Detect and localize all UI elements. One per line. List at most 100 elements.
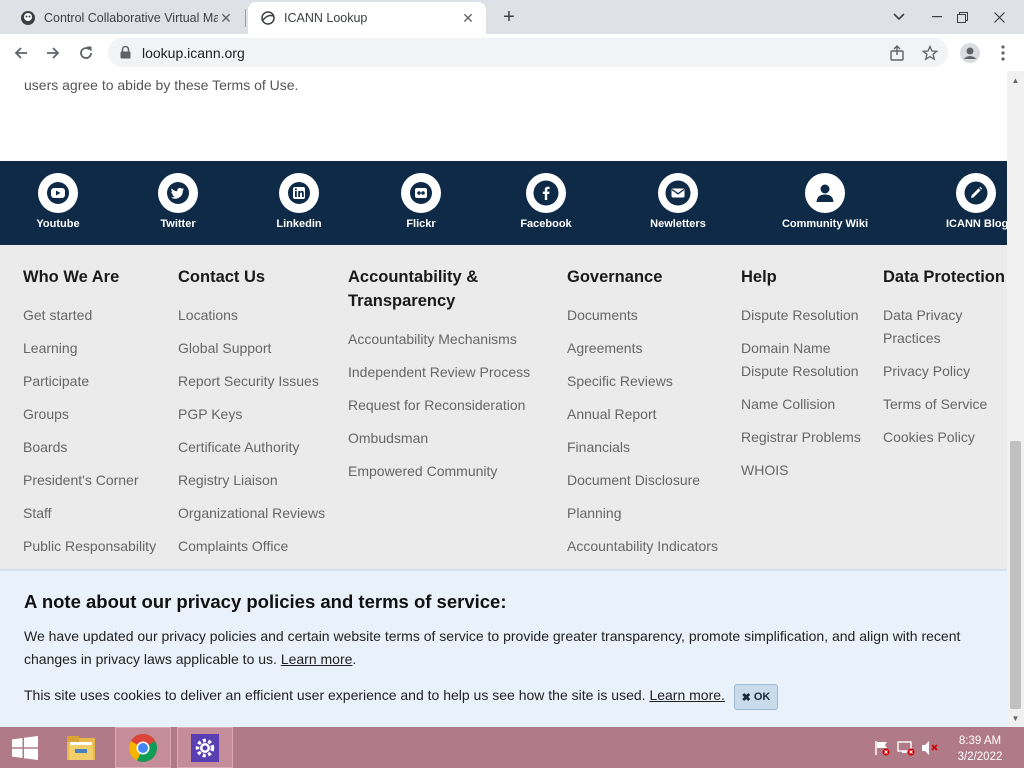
close-tab-icon[interactable]: ✕ xyxy=(218,10,234,26)
social-twitter-link[interactable]: Twitter xyxy=(148,173,208,230)
icann-globe-icon xyxy=(260,10,276,26)
footer-link[interactable]: President's Corner xyxy=(23,469,156,492)
close-tab-icon[interactable]: ✕ xyxy=(460,10,476,26)
scroll-up-arrow-icon[interactable]: ▲ xyxy=(1007,73,1024,87)
puzzle-mask-icon xyxy=(20,10,36,26)
chrome-taskbar-button[interactable] xyxy=(115,727,171,768)
cookie-learn-more-link[interactable]: Learn more. xyxy=(649,687,724,703)
learn-more-link[interactable]: Learn more xyxy=(281,651,353,667)
social-flickr-link[interactable]: Flickr xyxy=(391,173,451,230)
new-tab-button[interactable]: + xyxy=(498,6,520,28)
footer-link[interactable]: Get started xyxy=(23,304,156,327)
bookmark-star-icon[interactable] xyxy=(917,40,943,66)
tab-icann-lookup[interactable]: ICANN Lookup ✕ xyxy=(248,2,486,34)
footer-link[interactable]: Certificate Authority xyxy=(178,436,325,459)
footer-link[interactable]: Privacy Policy xyxy=(883,360,987,383)
reload-button[interactable] xyxy=(73,40,99,66)
footer-link[interactable]: Practices xyxy=(883,327,987,350)
footer-link[interactable]: Learning xyxy=(23,337,156,360)
social-label: Flickr xyxy=(406,218,436,230)
start-button[interactable] xyxy=(0,727,50,768)
social-community-wiki-link[interactable]: Community Wiki xyxy=(780,173,870,230)
footer-link[interactable]: Cookies Policy xyxy=(883,426,987,449)
browser-menu-icon[interactable] xyxy=(990,40,1016,66)
facebook-icon xyxy=(526,173,566,213)
footer-link[interactable]: Data Privacy xyxy=(883,304,987,327)
tab-search-chevron-icon[interactable] xyxy=(882,0,916,34)
url-text[interactable]: lookup.icann.org xyxy=(142,45,245,61)
footer-link[interactable]: Name Collision xyxy=(741,393,861,416)
footer-heading: Contact Us xyxy=(178,268,266,286)
footer-link[interactable]: Financials xyxy=(567,436,718,459)
footer-link[interactable]: Ombudsman xyxy=(348,427,530,450)
gear-icon xyxy=(191,733,219,762)
tab-divider xyxy=(245,9,246,27)
footer-link[interactable]: Specific Reviews xyxy=(567,370,718,393)
settings-taskbar-button[interactable] xyxy=(177,727,233,768)
browser-toolbar: lookup.icann.org xyxy=(0,34,1024,72)
footer-link[interactable]: Groups xyxy=(23,403,156,426)
footer-link[interactable]: WHOIS xyxy=(741,459,861,482)
footer-link[interactable]: Registry Liaison xyxy=(178,469,325,492)
tab-title: ICANN Lookup xyxy=(284,11,368,25)
social-linkedin-link[interactable]: Linkedin xyxy=(269,173,329,230)
ok-button[interactable]: ✖ OK xyxy=(734,684,778,710)
action-center-flag-icon[interactable] xyxy=(873,739,891,757)
footer-link[interactable]: Terms of Service xyxy=(883,393,987,416)
social-facebook-link[interactable]: Facebook xyxy=(511,173,581,230)
footer-link[interactable]: Independent Review Process xyxy=(348,361,530,384)
social-youtube-link[interactable]: Youtube xyxy=(28,173,88,230)
social-label: Facebook xyxy=(520,218,572,230)
share-icon[interactable] xyxy=(884,40,910,66)
footer-heading: Accountability & Transparency xyxy=(348,265,478,313)
lock-icon[interactable] xyxy=(118,46,132,60)
restore-button[interactable] xyxy=(945,0,979,34)
footer-link[interactable]: Documents xyxy=(567,304,718,327)
footer-link[interactable]: Annual Report xyxy=(567,403,718,426)
network-icon[interactable] xyxy=(897,739,915,757)
footer-link[interactable]: Dispute Resolution xyxy=(741,360,861,383)
social-label: Community Wiki xyxy=(781,218,869,230)
footer-link[interactable]: Domain Name xyxy=(741,337,861,360)
footer-link[interactable]: PGP Keys xyxy=(178,403,325,426)
forward-button[interactable] xyxy=(40,40,66,66)
social-label: ICANN Blog xyxy=(946,218,1007,230)
footer-link[interactable]: Global Support xyxy=(178,337,325,360)
footer-link[interactable]: Complaints Office xyxy=(178,535,325,558)
volume-muted-icon[interactable] xyxy=(921,739,939,757)
footer-link[interactable]: Boards xyxy=(23,436,156,459)
address-bar[interactable]: lookup.icann.org xyxy=(108,38,948,67)
cookie-text: This site uses cookies to deliver an eff… xyxy=(24,687,646,703)
footer-heading-line: Accountability & xyxy=(348,268,479,286)
close-window-button[interactable] xyxy=(982,0,1016,34)
footer-link[interactable]: Report Security Issues xyxy=(178,370,325,393)
footer-link[interactable]: Organizational Reviews xyxy=(178,502,325,525)
scroll-down-arrow-icon[interactable]: ▼ xyxy=(1007,711,1024,725)
footer-link[interactable]: Participate xyxy=(23,370,156,393)
footer-link[interactable]: Planning xyxy=(567,502,718,525)
footer-link[interactable]: Accountability Mechanisms xyxy=(348,328,530,351)
tab-control-collaborative[interactable]: Control Collaborative Virtual Ma ✕ xyxy=(8,2,244,34)
footer-link[interactable]: Registrar Problems xyxy=(741,426,861,449)
social-newsletters-link[interactable]: Newletters xyxy=(643,173,713,230)
footer-link[interactable]: Accountability Indicators xyxy=(567,535,718,558)
tab-title: Control Collaborative Virtual Ma xyxy=(44,11,218,25)
page-scrollbar[interactable]: ▲ ▼ xyxy=(1007,71,1024,727)
footer-heading: Who We Are xyxy=(23,268,120,286)
footer-link[interactable]: Public Responsability xyxy=(23,535,156,558)
social-icann-blog-link[interactable]: ICANN Blog xyxy=(942,173,1007,230)
footer-link[interactable]: Locations xyxy=(178,304,325,327)
envelope-icon xyxy=(658,173,698,213)
footer-link[interactable]: Agreements xyxy=(567,337,718,360)
footer-link[interactable]: Document Disclosure xyxy=(567,469,718,492)
footer-link[interactable]: Request for Reconsideration xyxy=(348,394,530,417)
footer-link[interactable]: Empowered Community xyxy=(348,460,530,483)
scrollbar-thumb[interactable] xyxy=(1010,441,1021,709)
back-button[interactable] xyxy=(8,40,34,66)
system-clock[interactable]: 8:39 AM 3/2/2022 xyxy=(948,733,1012,765)
profile-avatar-icon[interactable] xyxy=(957,40,983,66)
clock-time: 8:39 AM xyxy=(958,735,1002,747)
footer-link[interactable]: Dispute Resolution xyxy=(741,304,861,327)
file-explorer-button[interactable] xyxy=(58,727,104,768)
footer-link[interactable]: Staff xyxy=(23,502,156,525)
